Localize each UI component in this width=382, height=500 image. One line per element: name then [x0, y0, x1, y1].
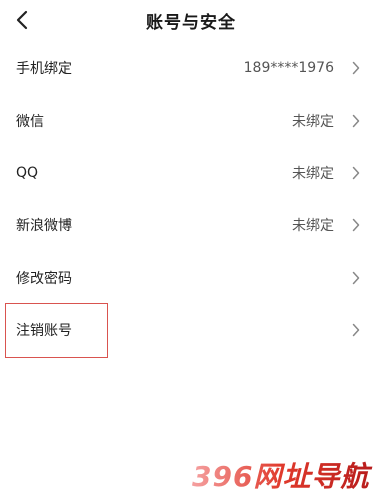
list-item-qq[interactable]: QQ 未绑定	[0, 147, 382, 199]
list-item-label: 新浪微博	[16, 218, 72, 235]
list-item-delete-account[interactable]: 注销账号	[0, 304, 382, 356]
list-item-value: 未绑定	[292, 218, 334, 235]
list-item-label: 手机绑定	[16, 61, 72, 78]
chevron-right-icon	[350, 165, 362, 181]
list-item-label: 修改密码	[16, 270, 72, 287]
list-item-change-password[interactable]: 修改密码	[0, 252, 382, 304]
list-item-weibo[interactable]: 新浪微博 未绑定	[0, 199, 382, 251]
chevron-right-icon	[350, 270, 362, 286]
chevron-right-icon	[350, 217, 362, 233]
list-item-label: 微信	[16, 113, 44, 130]
list-item-label: QQ	[16, 164, 39, 181]
chevron-right-icon	[350, 60, 362, 76]
list-item-wechat[interactable]: 微信 未绑定	[0, 94, 382, 146]
watermark-text: 396网址导航	[192, 460, 372, 493]
chevron-right-icon	[350, 113, 362, 129]
header: 账号与安全	[0, 0, 382, 40]
list-item-label: 注销账号	[16, 323, 72, 340]
chevron-right-icon	[350, 322, 362, 338]
list-item-value: 未绑定	[292, 113, 334, 130]
settings-list: 手机绑定 189****1976 微信 未绑定 QQ 未绑定 新浪微博 未绑定 …	[0, 42, 382, 356]
list-item-value: 189****1976	[243, 60, 334, 77]
page-title: 账号与安全	[146, 13, 236, 33]
list-item-value: 未绑定	[292, 165, 334, 182]
list-item-phone-binding[interactable]: 手机绑定 189****1976	[0, 42, 382, 94]
watermark-logo: 396网址导航	[188, 458, 378, 494]
